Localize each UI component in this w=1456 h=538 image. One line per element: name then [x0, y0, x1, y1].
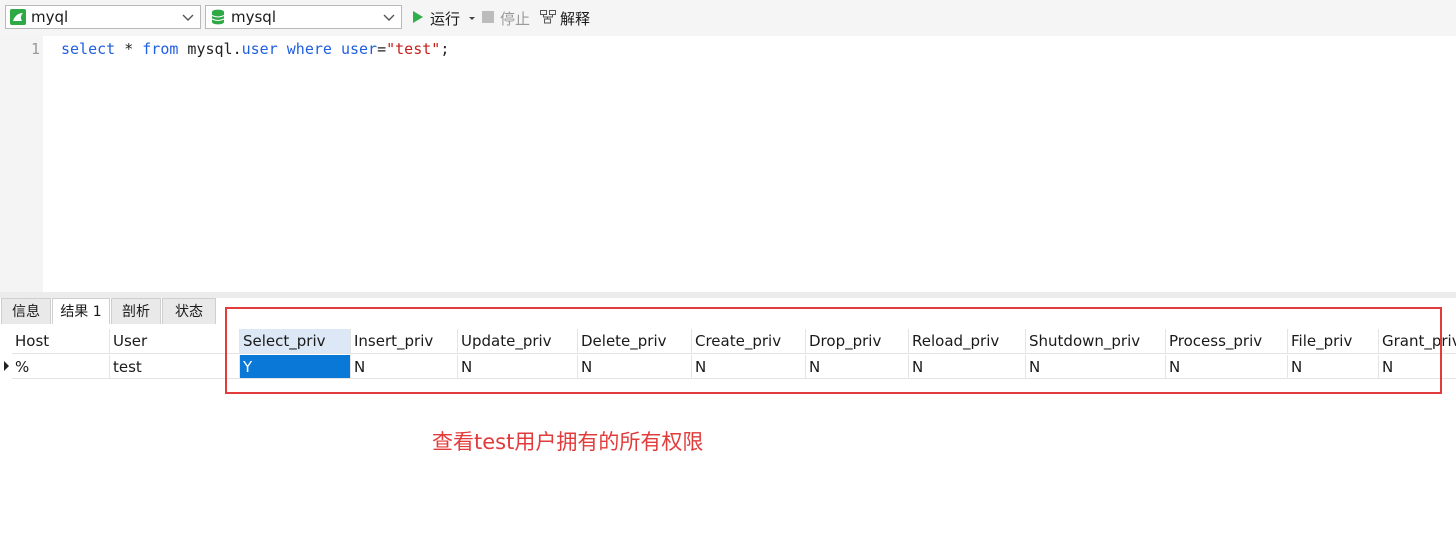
schema-name: mysql [178, 40, 233, 58]
run-label: 运行 [430, 10, 461, 28]
annotation-text: 查看test用户拥有的所有权限 [432, 430, 704, 454]
tab-label: 结果 1 [60, 304, 102, 320]
table-cell-user[interactable]: test [110, 355, 240, 379]
annotation-highlight-box [225, 307, 1442, 394]
line-number: 1 [30, 40, 40, 58]
explain-label: 解释 [560, 10, 591, 28]
tab-result-1[interactable]: 结果 1 [52, 298, 110, 324]
connection-select[interactable]: myql [5, 5, 201, 29]
table-cell-host[interactable]: % [12, 355, 110, 379]
stop-icon [482, 11, 494, 23]
database-select[interactable]: mysql [205, 5, 402, 29]
toolbar: myql mysql 运行 停止 解释 [0, 0, 1456, 36]
column-header-host[interactable]: Host [12, 329, 110, 354]
run-dropdown-icon[interactable] [468, 16, 476, 22]
database-label: mysql [231, 8, 276, 26]
chevron-down-icon [182, 14, 194, 21]
current-row-indicator [4, 361, 9, 371]
chevron-down-icon [383, 14, 395, 21]
column-user: user [340, 40, 378, 58]
keyword-from: from [142, 40, 179, 58]
database-icon [211, 9, 225, 25]
tab-label: 状态 [175, 304, 203, 320]
explain-icon [540, 10, 556, 24]
stop-label: 停止 [500, 10, 531, 28]
keyword-select: select [61, 40, 116, 58]
connection-label: myql [31, 8, 69, 26]
semicolon: ; [440, 40, 450, 58]
tab-label: 信息 [12, 304, 40, 320]
tab-label: 剖析 [122, 304, 150, 320]
operator-star: * [115, 40, 143, 58]
sql-editor[interactable]: 1 select * from mysql.user where user="t… [0, 36, 1456, 292]
tab-info[interactable]: 信息 [1, 298, 51, 324]
connection-icon [10, 9, 26, 25]
keyword-where: where [286, 40, 332, 58]
tab-profile[interactable]: 剖析 [111, 298, 161, 324]
tab-status[interactable]: 状态 [162, 298, 216, 324]
play-icon [413, 11, 423, 23]
column-header-user[interactable]: User [110, 329, 240, 354]
sql-code-line[interactable]: select * from mysql.user where user="tes… [61, 40, 449, 58]
equals-operator: = [377, 40, 387, 58]
string-literal: "test" [386, 40, 441, 58]
dot: . [232, 40, 242, 58]
line-gutter: 1 [0, 36, 43, 292]
table-name: user [241, 40, 278, 58]
